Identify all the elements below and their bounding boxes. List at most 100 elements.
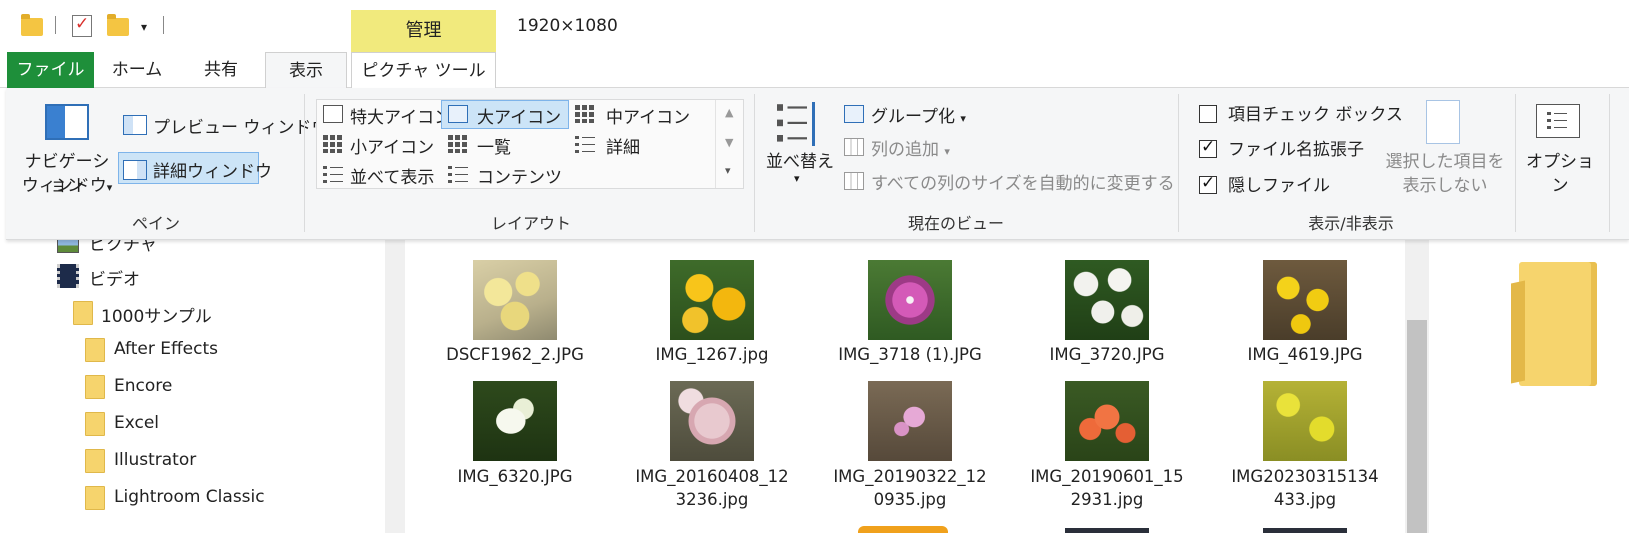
small-icons-icon bbox=[323, 135, 343, 153]
details-pane-button[interactable]: 詳細ウィンドウ bbox=[153, 157, 272, 182]
nav-item-lightroom-classic[interactable]: Lightroom Classic bbox=[114, 487, 265, 507]
file-name[interactable]: IMG_20190322_12 bbox=[820, 465, 1000, 488]
group-by-text: グループ化 bbox=[871, 107, 955, 127]
content-icon bbox=[448, 165, 468, 183]
nav-item-after-effects[interactable]: After Effects bbox=[114, 339, 218, 359]
file-name[interactable]: IMG_1267.jpg bbox=[622, 343, 802, 366]
preview-pane-button[interactable]: プレビュー ウィンドウ bbox=[153, 113, 328, 138]
file-extensions-checkbox[interactable] bbox=[1199, 137, 1217, 158]
thumbnail[interactable] bbox=[473, 260, 557, 340]
customize-toolbar-icon[interactable]: ▾ bbox=[141, 20, 147, 34]
dropdown-arrow-icon: ▾ bbox=[944, 145, 950, 158]
qa-separator bbox=[55, 16, 56, 34]
add-column-icon bbox=[844, 138, 864, 156]
file-name[interactable]: IMG_3718 (1).JPG bbox=[820, 343, 1000, 366]
details-icon bbox=[575, 135, 595, 153]
file-name[interactable]: IMG_4619.JPG bbox=[1215, 343, 1395, 366]
group-separator bbox=[304, 94, 305, 232]
thumbnail-partial[interactable] bbox=[858, 526, 948, 533]
file-name-cont: 0935.jpg bbox=[873, 490, 947, 509]
group-label-current-view: 現在のビュー bbox=[907, 214, 1004, 233]
file-name[interactable]: IMG_6320.JPG bbox=[425, 465, 605, 488]
layout-large-icons[interactable]: 大アイコン bbox=[477, 103, 561, 128]
sort-label: 並べ替え bbox=[766, 152, 834, 172]
layout-details[interactable]: 詳細 bbox=[606, 133, 640, 158]
file-name-cont: 3236.jpg bbox=[675, 490, 749, 509]
layout-list[interactable]: 一覧 bbox=[477, 133, 511, 158]
dropdown-arrow-icon: ▾ bbox=[960, 112, 966, 125]
add-column-button[interactable]: 列の追加 ▾ bbox=[871, 135, 950, 160]
gallery-expand-icon[interactable]: ▾ bbox=[725, 164, 731, 177]
nav-item-excel[interactable]: Excel bbox=[114, 413, 159, 433]
ribbon-tabs: ファイル ホーム 共有 表示 ピクチャ ツール bbox=[0, 52, 1629, 89]
tab-share[interactable]: 共有 bbox=[180, 52, 262, 88]
layout-tiles[interactable]: 並べて表示 bbox=[350, 163, 434, 188]
folder-icon bbox=[21, 14, 43, 36]
folder-icon bbox=[85, 412, 105, 436]
dropdown-arrow-icon: ▾ bbox=[106, 181, 113, 194]
navigation-pane-label-2-text: ウィンドウ bbox=[21, 176, 107, 196]
tab-home[interactable]: ホーム bbox=[96, 52, 178, 88]
layout-small-icons[interactable]: 小アイコン bbox=[350, 133, 434, 158]
item-checkboxes-checkbox[interactable] bbox=[1199, 105, 1217, 123]
file-name-cont: 433.jpg bbox=[1273, 490, 1337, 509]
videos-icon bbox=[57, 264, 79, 288]
nav-item-illustrator[interactable]: Illustrator bbox=[114, 450, 196, 470]
thumbnail[interactable] bbox=[868, 260, 952, 340]
thumbnail[interactable] bbox=[1065, 260, 1149, 340]
new-folder-icon[interactable] bbox=[107, 14, 129, 36]
navigation-pane-icon bbox=[45, 104, 89, 140]
scrollbar-thumb[interactable] bbox=[1407, 320, 1427, 533]
group-separator bbox=[1515, 94, 1516, 232]
file-list: DSCF1962_2.JPG IMG_1267.jpg IMG_3718 (1)… bbox=[405, 240, 1422, 533]
nav-item-1000-samples[interactable]: 1000サンプル bbox=[101, 302, 212, 327]
details-pane-icon bbox=[123, 160, 147, 180]
scroll-up-icon[interactable]: ▲ bbox=[725, 106, 733, 119]
tiles-icon bbox=[323, 165, 343, 183]
group-separator bbox=[1609, 94, 1610, 232]
folder-icon bbox=[85, 338, 105, 362]
extra-large-icons-icon bbox=[323, 105, 343, 123]
layout-medium-icons[interactable]: 中アイコン bbox=[606, 103, 690, 128]
group-by-icon bbox=[844, 105, 864, 123]
tab-view[interactable]: 表示 bbox=[265, 52, 347, 89]
file-name[interactable]: DSCF1962_2.JPG bbox=[425, 343, 605, 366]
add-column-text: 列の追加 bbox=[871, 140, 939, 160]
file-extensions-label: ファイル名拡張子 bbox=[1228, 140, 1364, 160]
list-icon bbox=[448, 135, 468, 153]
file-name[interactable]: IMG20230315134 bbox=[1215, 465, 1395, 488]
navigation-pane-scrollbar[interactable] bbox=[385, 240, 405, 533]
options-icon bbox=[1536, 104, 1580, 138]
hide-selected-label-2: 表示しない bbox=[1402, 176, 1488, 196]
thumbnail[interactable] bbox=[473, 381, 557, 461]
thumbnail[interactable] bbox=[1263, 381, 1347, 461]
thumbnail[interactable] bbox=[868, 381, 952, 461]
item-checkboxes-label: 項目チェック ボックス bbox=[1228, 105, 1403, 125]
ribbon: ナビゲーション ウィンドウ▾ プレビュー ウィンドウ 詳細ウィンドウ ペイン 特… bbox=[6, 88, 1629, 240]
tab-picture-tools[interactable]: ピクチャ ツール bbox=[351, 52, 496, 89]
file-name[interactable]: IMG_20160408_12 bbox=[622, 465, 802, 488]
options-label: オプション bbox=[1526, 152, 1594, 196]
properties-icon[interactable] bbox=[72, 14, 92, 37]
hidden-items-label: 隠しファイル bbox=[1228, 176, 1330, 196]
hidden-items-checkbox[interactable] bbox=[1199, 173, 1217, 194]
layout-extra-large-icons[interactable]: 特大アイコン bbox=[350, 103, 451, 128]
file-name[interactable]: IMG_3720.JPG bbox=[1017, 343, 1197, 366]
autosize-columns-button[interactable]: すべての列のサイズを自動的に変更する bbox=[871, 169, 1175, 194]
layout-gallery: 特大アイコン 大アイコン 中アイコン 小アイコン 一覧 詳細 並べて表示 コンテ… bbox=[316, 99, 744, 189]
thumbnail-partial[interactable] bbox=[1065, 528, 1149, 533]
thumbnail[interactable] bbox=[1263, 260, 1347, 340]
scroll-down-icon[interactable]: ▼ bbox=[725, 136, 733, 149]
group-by-button[interactable]: グループ化 ▾ bbox=[871, 102, 966, 127]
medium-icons-icon bbox=[575, 105, 595, 123]
thumbnail[interactable] bbox=[670, 260, 754, 340]
nav-item-videos[interactable]: ビデオ bbox=[89, 265, 140, 290]
thumbnail[interactable] bbox=[670, 381, 754, 461]
file-name[interactable]: IMG_20190601_15 bbox=[1017, 465, 1197, 488]
layout-gallery-scroll[interactable]: ▲ ▼ ▾ bbox=[715, 100, 743, 188]
nav-item-encore[interactable]: Encore bbox=[114, 376, 172, 396]
layout-content[interactable]: コンテンツ bbox=[477, 163, 562, 188]
thumbnail[interactable] bbox=[1065, 381, 1149, 461]
tab-file[interactable]: ファイル bbox=[7, 52, 94, 88]
thumbnail-partial[interactable] bbox=[1263, 528, 1347, 533]
